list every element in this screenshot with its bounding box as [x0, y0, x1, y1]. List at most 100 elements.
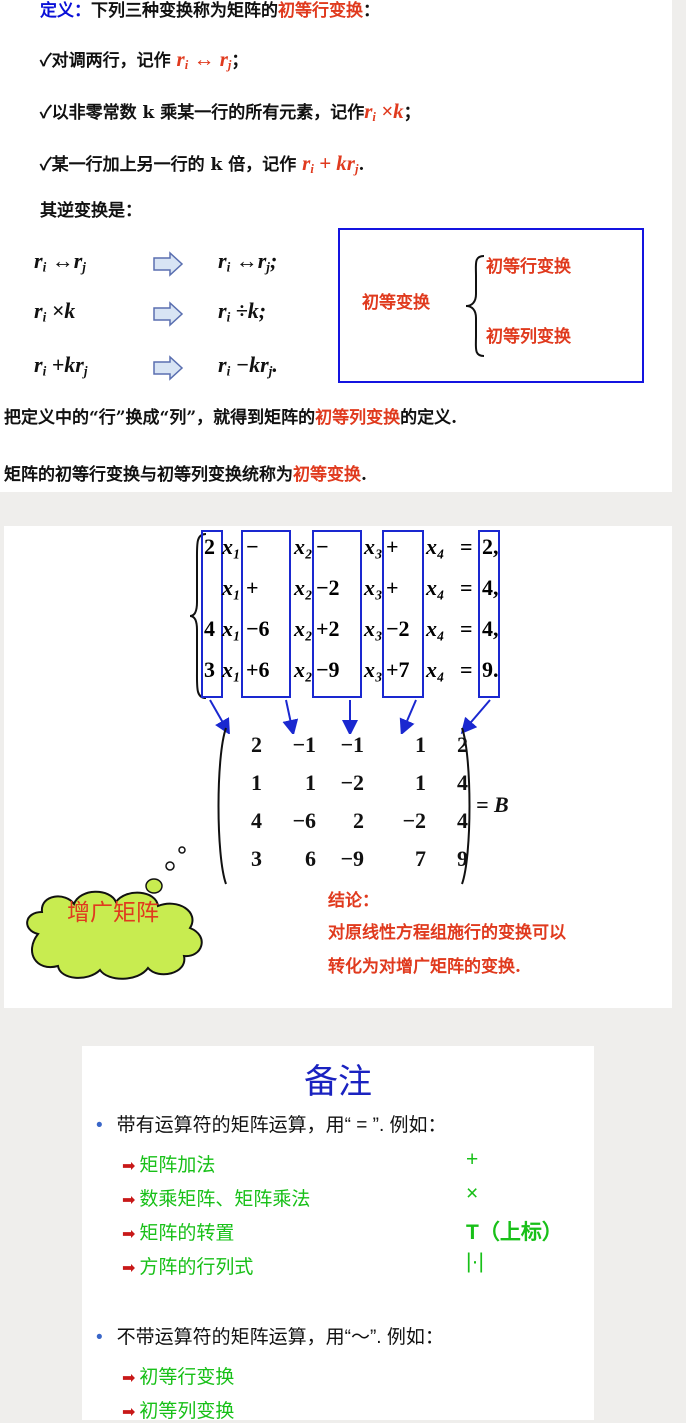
matrix-cell: 6: [305, 846, 316, 871]
equation-cell: =: [460, 616, 473, 641]
inverse-left-3: ri +krj: [34, 352, 88, 379]
list-item: ➡ 矩阵的转置: [122, 1218, 234, 1245]
matrix-cell: 7: [415, 846, 426, 871]
equation-cell: x₄: [426, 657, 445, 682]
equation-cell: +: [246, 575, 259, 600]
equation-cell: +: [386, 575, 399, 600]
equation-cell: x₂: [294, 575, 313, 600]
matrix-cell: 1: [415, 770, 426, 795]
footer-text-2: 矩阵的初等行变换与初等列变换统称为: [4, 465, 293, 485]
equation-cell: =: [460, 657, 473, 682]
footer-highlight-1: 初等列变换: [315, 408, 401, 428]
equation-cell: x₂: [294, 657, 313, 682]
bullet-dot-icon: •: [96, 1115, 103, 1136]
arrow-bullet-icon: ➡: [122, 1158, 136, 1175]
right-arrow-icon: [153, 251, 184, 277]
matrix-cell: 3: [251, 846, 262, 871]
rule-swap-end: ；: [231, 51, 249, 71]
conclusion-title: 结论：: [328, 891, 379, 911]
equation-cell: x₁: [222, 616, 241, 641]
arrow-bullet-icon: ➡: [122, 1370, 136, 1387]
equation-cell: x₃: [364, 534, 383, 559]
equation-cell: x₁: [222, 575, 241, 600]
footer-highlight-2: 初等变换: [293, 465, 361, 485]
list-item-label: 矩阵的转置: [139, 1223, 235, 1244]
matrix-cell: 1: [251, 770, 262, 795]
arrow-bullet-icon: ➡: [122, 1226, 136, 1243]
bullet-dot-icon: •: [96, 1327, 103, 1348]
equation-cell: x₄: [426, 616, 445, 641]
equation-cell: +2: [316, 616, 340, 641]
matrix-cell: −6: [292, 808, 316, 833]
matrix-cell: 2: [251, 732, 262, 757]
list-item-label: 数乘矩阵、矩阵乘法: [139, 1189, 311, 1210]
arrow-bullet-icon: ➡: [122, 1404, 136, 1421]
list-item: ➡ 数乘矩阵、矩阵乘法: [122, 1184, 310, 1211]
equation-cell: 9.: [482, 657, 499, 682]
matrix-cell: −9: [340, 846, 364, 871]
rule-swap: ✓对调两行，记作 ri ↔ rj；: [40, 46, 248, 73]
bullet-1-text: 带有运算符的矩阵运算，用“ = ”. 例如：: [116, 1115, 447, 1136]
conclusion-line-2: 转化为对增广矩阵的变换.: [328, 957, 521, 977]
definition-line: 定义：下列三种变换称为矩阵的初等行变换：: [40, 0, 380, 21]
equation-cell: x₁: [222, 534, 241, 559]
equation-cell: =: [460, 575, 473, 600]
equation-cell: x₂: [294, 534, 313, 559]
rule-scale: ✓以非零常数 k 乘某一行的所有元素，记作ri ×k；: [40, 98, 421, 125]
footer-line-1: 把定义中的“行”换成“列”，就得到矩阵的初等列变换的定义.: [4, 410, 668, 427]
bullet-1: • 带有运算符的矩阵运算，用“ = ”. 例如：: [96, 1110, 447, 1137]
elementary-transform-box: 初等变换 初等行变换 初等列变换: [338, 228, 644, 383]
list-item: ➡ 初等行变换: [122, 1362, 234, 1389]
matrix-cell: −1: [340, 732, 364, 757]
definition-panel: 定义：下列三种变换称为矩阵的初等行变换： ✓对调两行，记作 ri ↔ rj； ✓…: [0, 0, 672, 492]
matrix-cell: 1: [305, 770, 316, 795]
matrix-cell: −2: [402, 808, 426, 833]
list-item-label: 方阵的行列式: [139, 1257, 254, 1278]
definition-end: ：: [363, 1, 380, 21]
inverse-left-2: ri ×k: [34, 298, 76, 325]
equation-cell: +: [386, 534, 399, 559]
equation-cell: 4,: [482, 575, 499, 600]
matrix-cell: −2: [340, 770, 364, 795]
rule-add: ✓某一行加上另一行的 k 倍，记作 ri + krj.: [40, 150, 364, 177]
rule-scale-math: ri ×k: [364, 99, 404, 125]
matrix-cell: 1: [415, 732, 426, 757]
rule-add-end: .: [358, 155, 365, 175]
rule-swap-text: ✓对调两行，记作: [40, 51, 177, 71]
equation-cell: +7: [386, 657, 410, 682]
equation-cell: −: [316, 534, 329, 559]
equation-cell: x₁: [222, 657, 241, 682]
definition-label: 定义：: [40, 1, 91, 21]
operator-symbol: |·|: [466, 1250, 484, 1273]
cloud-icon: [26, 890, 203, 980]
matrix-name: = B: [476, 792, 509, 817]
footer-end-1: 的定义.: [400, 408, 458, 428]
matrix-cell: 2: [457, 732, 468, 757]
bullet-2-text: 不带运算符的矩阵运算，用“～”. 例如：: [116, 1327, 444, 1348]
rule-scale-text: ✓以非零常数 k 乘某一行的所有元素，记作: [40, 103, 365, 123]
equation-cell: 2: [204, 534, 215, 559]
augmented-matrix-panel: 2 x₁ − x₂ − x₃ + x₄ = 2, x₁ + x₂ −2 x₃ + x₄ = 4, 4 x₁ −6 x₂ +2 x…: [4, 526, 672, 1008]
matrix-cell: 4: [251, 808, 262, 833]
list-item: ➡ 初等列变换: [122, 1396, 234, 1423]
matrix-cell: 4: [457, 808, 468, 833]
matrix-cell: 9: [457, 846, 468, 871]
definition-highlight: 初等行变换: [278, 1, 363, 21]
arrow-bullet-icon: ➡: [122, 1260, 136, 1277]
equation-cell: x₂: [294, 616, 313, 641]
inverse-right-2: ri ÷k;: [218, 298, 267, 325]
box-bottom: 初等列变换: [486, 327, 571, 347]
right-arrow-icon: [153, 355, 184, 381]
equation-cell: −2: [386, 616, 410, 641]
list-item-label: 矩阵加法: [139, 1155, 216, 1176]
inverse-label: 其逆变换是：: [40, 201, 142, 221]
equation-cell: x₃: [364, 616, 383, 641]
conclusion-line-1: 对原线性方程组施行的变换可以: [328, 923, 566, 943]
mapping-arrows: [209, 699, 491, 734]
inverse-left-1: ri ↔rj: [34, 248, 86, 275]
inverse-right-3: ri −krj.: [218, 352, 278, 379]
equation-cell: x₃: [364, 575, 383, 600]
equation-cell: 4,: [482, 616, 499, 641]
remarks-title: 备注: [304, 1063, 372, 1101]
operator-symbol: ×: [466, 1182, 479, 1205]
